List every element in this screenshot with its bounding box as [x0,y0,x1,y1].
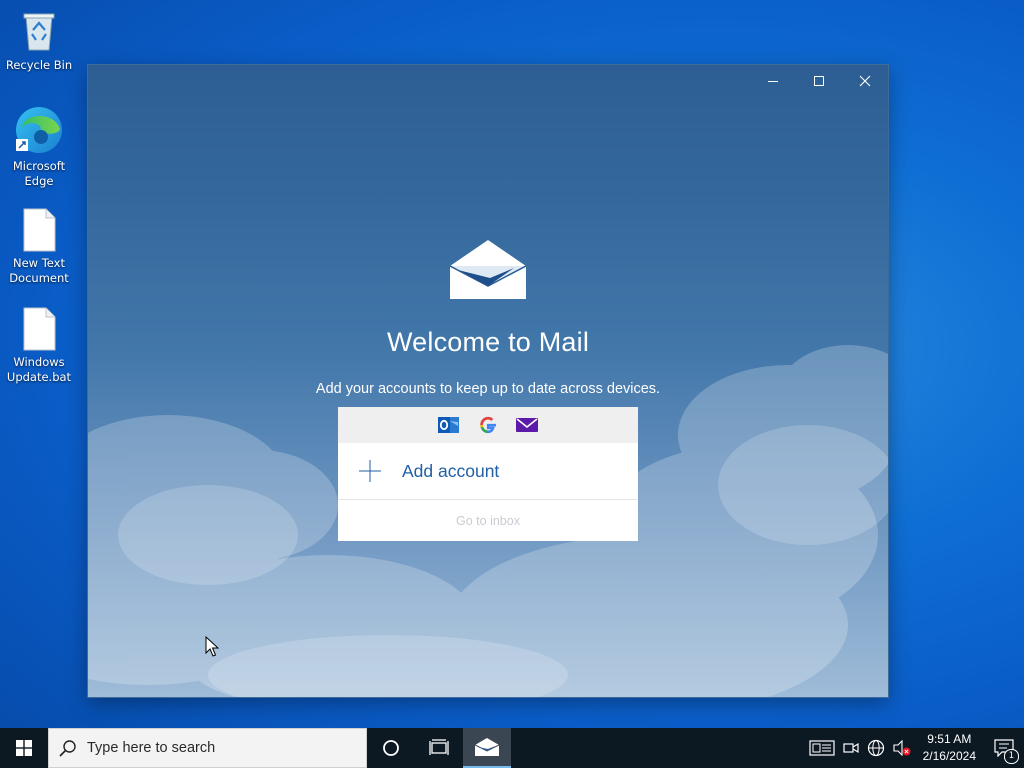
meet-now-button[interactable] [839,728,863,768]
provider-icons-row [338,407,638,443]
taskbar-search-box[interactable]: Type here to search [48,728,367,768]
network-button[interactable] [863,728,889,768]
welcome-title: Welcome to Mail [386,327,590,357]
mail-window: Welcome to Mail Add your accounts to kee… [88,65,888,697]
outlook-icon [438,417,459,433]
search-icon [59,740,76,757]
add-account-button[interactable]: Add account [338,443,638,500]
desktop-icon-label: Microsoft Edge [12,159,66,188]
cortana-circle-icon [383,740,399,756]
news-widget-button[interactable] [805,728,839,768]
volume-button[interactable] [889,728,915,768]
maximize-icon [814,76,824,86]
desktop-icon-recycle-bin[interactable]: Recycle Bin [2,8,76,73]
minimize-icon [768,81,778,82]
mail-logo-icon [450,240,526,299]
mouse-cursor-icon [205,636,219,657]
desktop-icon-new-text-document[interactable]: New Text Document [2,208,76,286]
notification-count-badge: 1 [1004,749,1019,764]
start-button[interactable] [0,728,48,768]
taskbar-clock[interactable]: 9:51 AM 2/16/2024 [915,731,984,765]
system-tray: 9:51 AM 2/16/2024 1 [805,728,1024,768]
window-controls [750,65,888,97]
mail-app-icon [475,738,499,756]
desktop-icon-windows-update-bat[interactable]: Windows Update.bat [2,307,76,385]
plus-icon [359,460,381,482]
yahoo-mail-icon [516,418,538,432]
taskbar-mail-app[interactable] [463,728,511,768]
close-icon [859,75,871,87]
desktop-icon-edge[interactable]: Microsoft Edge [2,105,76,189]
minimize-button[interactable] [750,65,796,97]
task-view-icon [429,739,449,755]
text-document-icon [23,208,56,252]
clock-time: 9:51 AM [927,732,972,746]
batch-file-icon [23,307,56,351]
camera-icon [843,742,859,754]
cortana-button[interactable] [367,728,415,768]
desktop-icon-label: Windows Update.bat [6,355,72,384]
clock-date: 2/16/2024 [922,749,976,763]
task-view-button[interactable] [415,728,463,768]
taskbar: Type here to search 9:51 AM 2/16/2024 1 [0,728,1024,768]
maximize-button[interactable] [796,65,842,97]
search-placeholder: Type here to search [87,740,216,756]
desktop-icon-label: New Text Document [9,256,69,285]
welcome-subtitle: Add your accounts to keep up to date acr… [315,381,661,397]
edge-icon [16,107,62,153]
account-card: Add account Go to inbox [338,407,638,541]
volume-muted-icon [893,740,911,756]
google-icon [480,416,496,434]
globe-network-icon [867,739,884,757]
recycle-bin-icon [23,13,55,51]
action-center-button[interactable]: 1 [984,728,1024,768]
desktop-icon-label: Recycle Bin [5,58,73,72]
close-button[interactable] [842,65,888,97]
add-account-label: Add account [402,460,500,481]
windows-logo-icon [16,740,32,756]
go-to-inbox-button[interactable]: Go to inbox [338,500,638,541]
news-icon [809,740,835,756]
